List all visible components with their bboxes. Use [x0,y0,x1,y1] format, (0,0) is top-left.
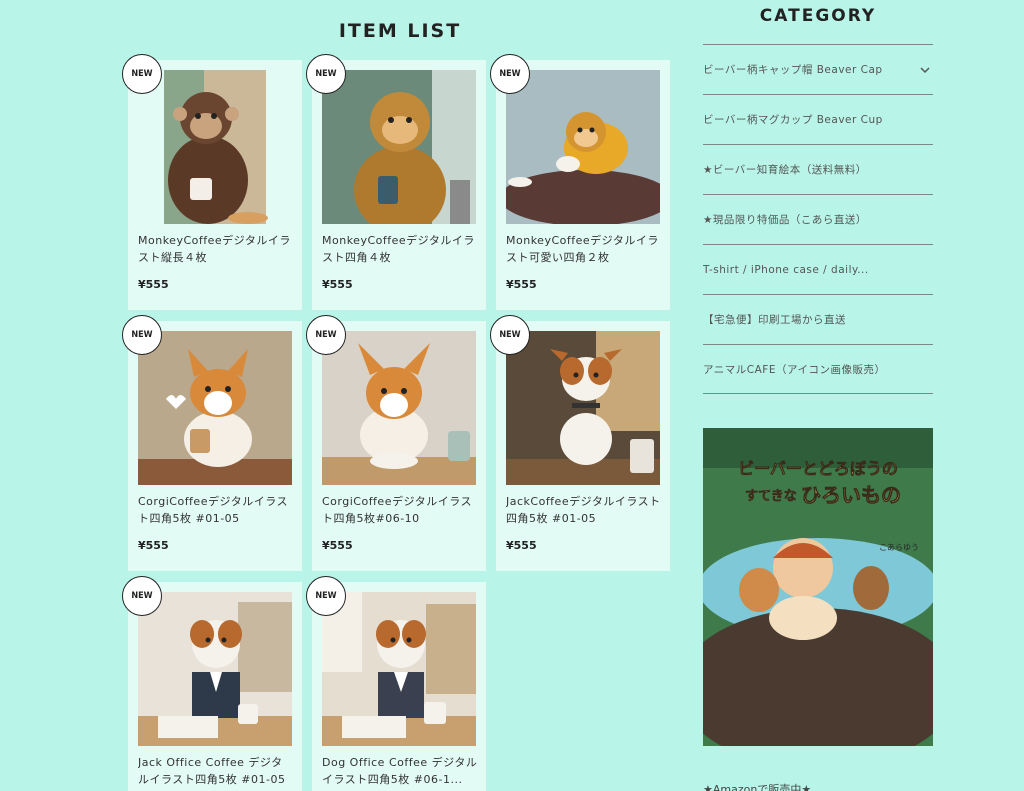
product-name[interactable]: MonkeyCoffeeデジタルイラスト可愛い四角２枚 [506,232,662,266]
product-name[interactable]: CorgiCoffeeデジタルイラスト四角5枚 #01-05 [138,493,294,527]
category-item-beaver-cap[interactable]: ビーバー柄キャップ帽 Beaver Cap [703,44,933,94]
product-price: ¥555 [506,539,537,552]
new-badge: NEW [306,315,346,355]
new-badge: NEW [490,315,530,355]
category-label: アニマルCAFE（アイコン画像販売） [703,363,886,376]
category-item-tshirt[interactable]: T-shirt / iPhone case / daily... [703,244,933,294]
new-badge: NEW [490,54,530,94]
product-name[interactable]: CorgiCoffeeデジタルイラスト四角5枚#06-10 [322,493,478,527]
product-card[interactable]: NEW CorgiCoffeeデジタルイラスト四角5枚 #01-05 ¥555 [122,315,302,571]
product-card[interactable]: NEW MonkeyCoffeeデジタルイラスト可愛い四角２枚 ¥555 [490,54,670,310]
product-name[interactable]: Jack Office Coffee デジタルイラスト四角5枚 #01-05 [138,754,294,788]
item-list-title: ITEM LIST [338,20,462,42]
product-card[interactable]: NEW CorgiCoffeeデジタルイラスト四角5枚#06-10 ¥555 [306,315,486,571]
product-price: ¥555 [322,278,353,291]
product-image[interactable] [322,70,476,224]
product-card[interactable]: NEW Jack Office Coffee デジタルイラスト四角5枚 #01-… [122,576,302,791]
category-label: T-shirt / iPhone case / daily... [703,263,869,276]
product-image[interactable] [138,70,292,224]
category-title: CATEGORY [759,6,877,26]
product-image[interactable] [322,331,476,485]
book-author: こあらゆう [879,543,919,552]
product-name[interactable]: MonkeyCoffeeデジタルイラスト縦長４枚 [138,232,294,266]
product-name[interactable]: JackCoffeeデジタルイラスト四角5枚 #01-05 [506,493,662,527]
product-price: ¥555 [506,278,537,291]
product-name[interactable]: Dog Office Coffee デジタルイラスト四角5枚 #06-1... [322,754,478,788]
product-card[interactable]: NEW MonkeyCoffeeデジタルイラスト四角４枚 ¥555 [306,54,486,310]
product-image[interactable] [506,70,660,224]
amazon-note: ★Amazonで販売中★ [703,783,812,791]
category-sidebar: CATEGORY ビーバー柄キャップ帽 Beaver Cap ビーバー柄マグカッ… [703,0,933,394]
new-badge: NEW [306,576,346,616]
chevron-down-icon[interactable] [919,64,931,76]
book-cover-banner[interactable]: ビーバーとどろぼうの すてきな ひろいもの こあらゆう [703,428,933,746]
product-card[interactable]: NEW Dog Office Coffee デジタルイラスト四角5枚 #06-1… [306,576,486,791]
product-card[interactable]: NEW JackCoffeeデジタルイラスト四角5枚 #01-05 ¥555 [490,315,670,571]
product-price: ¥555 [322,539,353,552]
product-price: ¥555 [138,278,169,291]
product-image[interactable] [138,331,292,485]
category-label: 【宅急便】印刷工場から直送 [703,314,846,326]
book-title-line3: ひろいもの [801,483,901,507]
category-item-print-factory[interactable]: 【宅急便】印刷工場から直送 [703,294,933,344]
product-card[interactable]: NEW MonkeyCoffeeデジタルイラスト縦長４枚 ¥555 [122,54,302,310]
book-title-line1: ビーバーとどろぼうの [738,459,898,478]
product-price: ¥555 [138,539,169,552]
new-badge: NEW [306,54,346,94]
category-item-beaver-cup[interactable]: ビーバー柄マグカップ Beaver Cup [703,94,933,144]
new-badge: NEW [122,315,162,355]
category-label: ★現品限り特価品（こあら直送） [703,214,867,226]
product-image[interactable] [506,331,660,485]
category-item-picture-book[interactable]: ★ビーバー知育絵本（送料無料） [703,144,933,194]
category-label: ビーバー柄マグカップ Beaver Cup [703,114,883,126]
category-label: ビーバー柄キャップ帽 Beaver Cap [703,64,883,76]
book-title-line2: すてきな [745,489,797,504]
product-image[interactable] [322,592,476,746]
category-label: ★ビーバー知育絵本（送料無料） [703,164,867,176]
new-badge: NEW [122,54,162,94]
new-badge: NEW [122,576,162,616]
category-item-special-price[interactable]: ★現品限り特価品（こあら直送） [703,194,933,244]
product-name[interactable]: MonkeyCoffeeデジタルイラスト四角４枚 [322,232,478,266]
category-item-animal-cafe[interactable]: アニマルCAFE（アイコン画像販売） [703,344,933,394]
product-image[interactable] [138,592,292,746]
